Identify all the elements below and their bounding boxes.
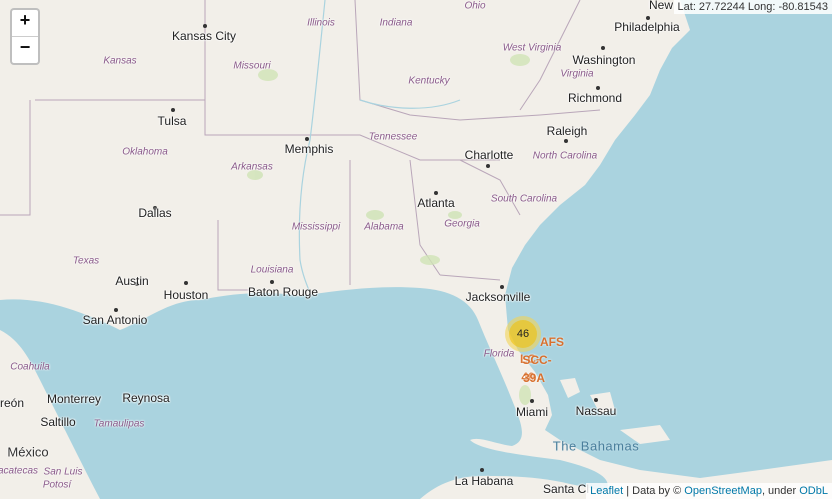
marker-label-scc[interactable]: SCC-: [522, 353, 551, 367]
state-label-indiana: Indiana: [379, 17, 413, 29]
city-label-san-antonio: San Antonio: [82, 313, 148, 327]
zoom-out-button[interactable]: −: [12, 37, 38, 63]
city-label-washington: Washington: [572, 53, 636, 67]
city-label-atlanta: Atlanta: [417, 196, 455, 210]
attribution-sep1: | Data by ©: [623, 485, 685, 497]
marker-label-39a[interactable]: 39A: [523, 371, 545, 385]
state-label-ohio: Ohio: [464, 0, 486, 12]
city-dot-kansas-city: [203, 24, 207, 28]
state-label-zacatecas: acatecas: [0, 465, 39, 477]
zoom-in-button[interactable]: +: [12, 10, 38, 37]
city-label-philadelphia: Philadelphia: [614, 20, 680, 34]
city-dot-richmond: [596, 86, 600, 90]
state-label-missouri: Missouri: [233, 60, 271, 72]
state-label-san-luis: San Luis: [43, 466, 83, 478]
cluster-count: 46: [509, 320, 537, 348]
state-label-texas: Texas: [72, 255, 100, 267]
city-dot-san-antonio: [114, 308, 118, 312]
leaflet-link[interactable]: Leaflet: [590, 485, 623, 497]
city-dot-baton-rouge: [270, 280, 274, 284]
city-dot-charlotte: [486, 164, 490, 168]
city-label-kansas-city: Kansas City: [171, 29, 237, 43]
city-label-reynosa: Reynosa: [122, 391, 170, 405]
city-dot-nassau: [594, 398, 598, 402]
city-dot-la-habana: [480, 468, 484, 472]
city-label-dallas: Dallas: [138, 206, 172, 220]
attribution-sep2: , under: [761, 485, 800, 497]
city-dot-washington: [601, 46, 605, 50]
city-label-austin: Austin: [115, 274, 149, 288]
city-dot-houston: [184, 281, 188, 285]
city-dot-miami: [530, 399, 534, 403]
state-label-tamaulipas: Tamaulipas: [93, 418, 145, 430]
city-dot-tulsa: [171, 108, 175, 112]
state-label-tennessee: Tennessee: [368, 131, 418, 143]
state-label-virginia: Virginia: [560, 68, 594, 80]
city-label-reon: reón: [0, 396, 25, 410]
state-label-south-carolina: South Carolina: [490, 193, 558, 205]
state-label-coahuila: Coahuila: [10, 361, 50, 373]
state-label-georgia: Georgia: [444, 218, 480, 230]
city-label-charlotte: Charlotte: [464, 148, 514, 162]
state-label-alabama: Alabama: [364, 221, 404, 233]
map-view[interactable]: New Philadelphia Washington Richmond Ral…: [0, 0, 832, 499]
city-label-santa-clara: Santa Cl: [542, 482, 590, 496]
city-dot-raleigh: [564, 139, 568, 143]
city-label-nassau: Nassau: [575, 404, 617, 418]
state-label-kansas: Kansas: [103, 55, 137, 67]
attribution: Leaflet | Data by © OpenStreetMap, under…: [586, 483, 832, 499]
state-label-louisiana: Louisiana: [250, 264, 294, 276]
state-label-illinois: Illinois: [307, 17, 335, 29]
city-label-monterrey: Monterrey: [46, 392, 102, 406]
city-label-saltillo: Saltillo: [40, 415, 76, 429]
coordinates-readout: Lat: 27.72244 Long: -80.81543: [673, 0, 832, 14]
state-label-arkansas: Arkansas: [231, 161, 273, 173]
city-dot-memphis: [305, 137, 309, 141]
zoom-control: + −: [10, 8, 40, 65]
state-label-north-carolina: North Carolina: [532, 150, 598, 162]
city-label-tulsa: Tulsa: [157, 114, 187, 128]
odbl-link[interactable]: ODbL: [799, 485, 828, 497]
city-label-baton-rouge: Baton Rouge: [247, 285, 319, 299]
state-label-mississippi: Mississippi: [291, 221, 341, 233]
city-dot-jacksonville: [500, 285, 504, 289]
city-label-memphis: Memphis: [284, 142, 334, 156]
city-label-jacksonville: Jacksonville: [465, 290, 531, 304]
marker-label-afs[interactable]: AFS: [540, 335, 564, 349]
marker-cluster[interactable]: 46: [505, 316, 541, 352]
state-label-kentucky: Kentucky: [408, 75, 450, 87]
country-label-bahamas: The Bahamas: [552, 438, 640, 454]
city-label-miami: Miami: [516, 405, 548, 419]
state-label-oklahoma: Oklahoma: [122, 146, 168, 158]
state-label-west-virginia: West Virginia: [502, 42, 562, 54]
city-label-richmond: Richmond: [567, 91, 623, 105]
city-label-raleigh: Raleigh: [546, 124, 588, 138]
osm-link[interactable]: OpenStreetMap: [684, 485, 762, 497]
city-label-la-habana: La Habana: [454, 474, 514, 488]
city-dot-atlanta: [434, 191, 438, 195]
country-label-mexico: México: [7, 444, 49, 460]
state-label-potosi: Potosí: [42, 479, 72, 491]
state-label-florida: Florida: [483, 348, 515, 360]
city-label-houston: Houston: [163, 288, 209, 302]
city-label-new-york: New: [648, 0, 674, 12]
